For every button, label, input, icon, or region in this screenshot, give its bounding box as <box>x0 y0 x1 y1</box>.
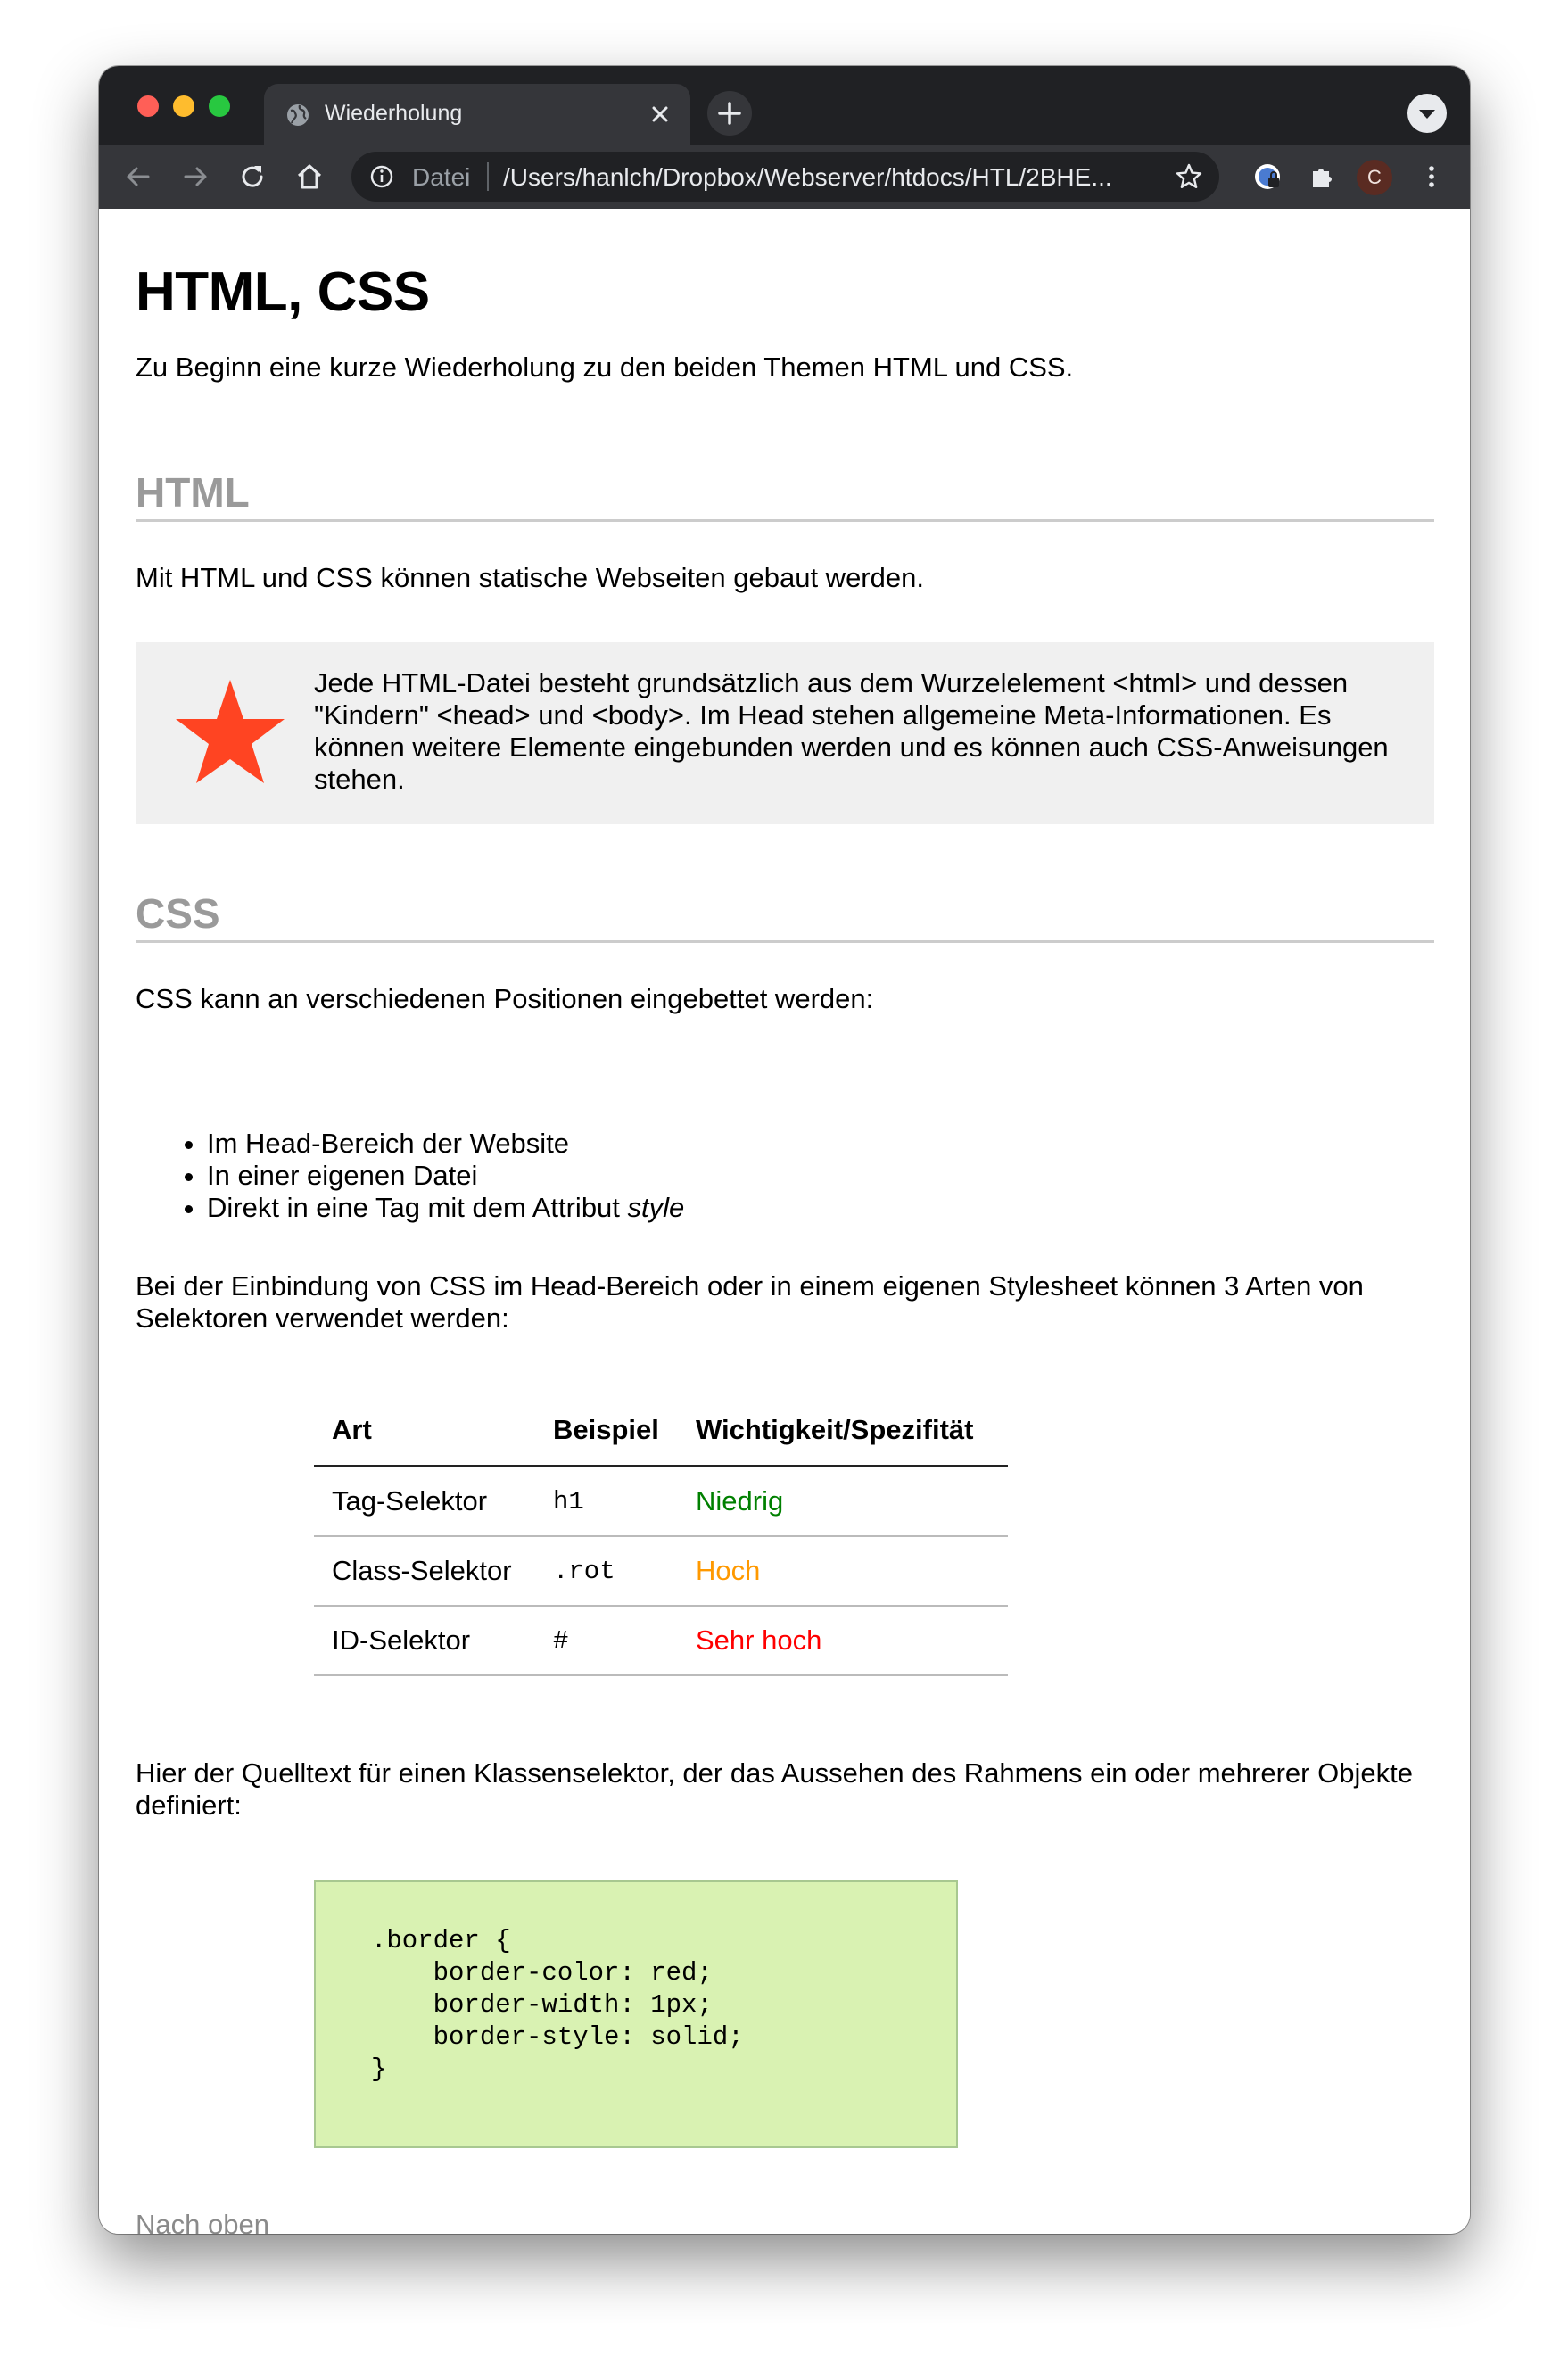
list-item: Direkt in eine Tag mit dem Attribut styl… <box>207 1192 684 1224</box>
list-item: Im Head-Bereich der Website <box>207 1128 684 1160</box>
reload-icon[interactable] <box>236 161 268 193</box>
globe-icon <box>287 104 309 126</box>
address-bar[interactable]: Datei /Users/hanlch/Dropbox/Webserver/ht… <box>351 152 1219 202</box>
table-header-row: Art Beispiel Wichtigkeit/Spezifität <box>314 1395 1008 1467</box>
html-text: Mit HTML und CSS können statische Websei… <box>136 562 924 593</box>
section-heading-css: CSS <box>136 889 1434 943</box>
cell-art: ID-Selektor <box>314 1606 535 1676</box>
browser-window: Wiederholung Datei /Users/hanlch/Dropbox… <box>99 66 1470 2234</box>
page-title: HTML, CSS <box>136 261 430 323</box>
cell-art: Class-Selektor <box>314 1536 535 1607</box>
close-window-button[interactable] <box>137 95 159 117</box>
home-icon[interactable] <box>293 161 326 193</box>
selectors-text: Bei der Einbindung von CSS im Head-Berei… <box>136 1270 1364 1334</box>
forward-arrow-icon[interactable] <box>179 161 211 193</box>
maximize-window-button[interactable] <box>209 95 230 117</box>
address-url[interactable]: /Users/hanlch/Dropbox/Webserver/htdocs/H… <box>503 163 1112 192</box>
cell-art: Tag-Selektor <box>314 1466 535 1537</box>
info-icon[interactable] <box>369 164 394 189</box>
profile-avatar[interactable]: C <box>1357 160 1392 195</box>
style-attribute-word: style <box>627 1192 685 1223</box>
new-tab-button[interactable] <box>707 91 752 136</box>
back-arrow-icon[interactable] <box>122 161 154 193</box>
css-positions-list: Im Head-Bereich der Website In einer eig… <box>136 1128 684 1224</box>
code-text: .border { border-color: red; border-widt… <box>371 1926 744 2084</box>
cell-wichtigkeit: Hoch <box>678 1536 1008 1607</box>
extension-puzzle-icon[interactable] <box>1306 161 1338 193</box>
column-header-art: Art <box>314 1395 535 1467</box>
code-intro-text: Hier der Quelltext für einen Klassensele… <box>136 1757 1413 1821</box>
cell-beispiel: .rot <box>535 1536 678 1607</box>
note-box: Jede HTML-Datei besteht grundsätzlich au… <box>136 642 1434 824</box>
cell-wichtigkeit: Sehr hoch <box>678 1606 1008 1676</box>
minimize-window-button[interactable] <box>173 95 194 117</box>
table-row: ID-Selektor # Sehr hoch <box>314 1606 1008 1676</box>
close-icon[interactable] <box>646 100 674 128</box>
cell-beispiel: # <box>535 1606 678 1676</box>
toolbar: Datei /Users/hanlch/Dropbox/Webserver/ht… <box>99 145 1470 209</box>
extension-lock-icon[interactable] <box>1251 161 1283 193</box>
chevron-down-icon <box>1419 110 1435 119</box>
css-text: CSS kann an verschiedenen Positionen ein… <box>136 983 874 1014</box>
intro-text: Zu Beginn eine kurze Wiederholung zu den… <box>136 351 1074 383</box>
note-text: Jede HTML-Datei besteht grundsätzlich au… <box>314 667 1389 795</box>
column-header-beispiel: Beispiel <box>535 1395 678 1467</box>
address-separator <box>487 162 489 191</box>
tab-wiederholung[interactable]: Wiederholung <box>264 84 690 145</box>
back-to-top-link[interactable]: Nach oben <box>136 2209 269 2234</box>
plus-icon <box>718 102 741 125</box>
column-header-wichtigkeit: Wichtigkeit/Spezifität <box>678 1395 1008 1467</box>
star-icon <box>176 680 285 783</box>
table-row: Tag-Selektor h1 Niedrig <box>314 1466 1008 1537</box>
tab-title: Wiederholung <box>325 101 463 126</box>
bookmark-star-icon[interactable] <box>1175 162 1203 191</box>
section-heading-html: HTML <box>136 467 1434 522</box>
code-block: .border { border-color: red; border-widt… <box>314 1880 958 2148</box>
table-row: Class-Selektor .rot Hoch <box>314 1536 1008 1607</box>
more-vertical-icon[interactable] <box>1415 161 1448 193</box>
tab-strip: Wiederholung <box>99 66 1470 145</box>
page-content: HTML, CSS Zu Beginn eine kurze Wiederhol… <box>99 209 1470 2234</box>
cell-wichtigkeit: Niedrig <box>678 1466 1008 1537</box>
address-scheme: Datei <box>412 163 471 191</box>
list-item: In einer eigenen Datei <box>207 1160 684 1192</box>
tab-search-button[interactable] <box>1407 94 1447 133</box>
selector-table: Art Beispiel Wichtigkeit/Spezifität Tag-… <box>314 1395 1008 1676</box>
cell-beispiel: h1 <box>535 1466 678 1537</box>
